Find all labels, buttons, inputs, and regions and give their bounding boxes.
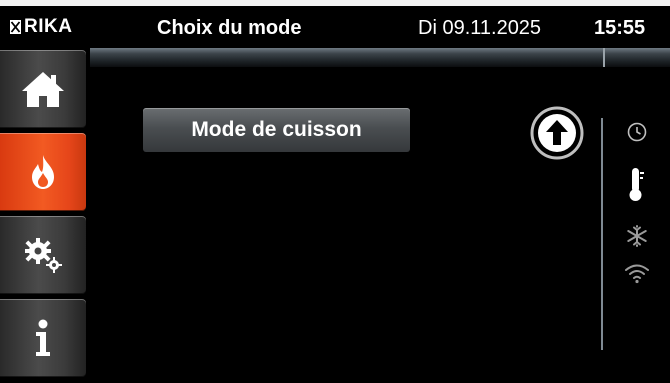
home-icon [22,72,64,107]
sidebar-item-flame[interactable] [0,133,86,211]
sidebar-item-info[interactable] [0,299,86,377]
clock-icon [627,122,647,142]
status-divider [601,118,603,350]
header-time: 15:55 [594,17,646,39]
cooking-mode-button[interactable]: Mode de cuisson [143,108,410,152]
brand-name: RIKA [24,16,73,37]
gears-icon [25,238,62,273]
brand-logo: RIKA [10,15,86,39]
flame-icon [32,155,54,189]
sidebar-item-settings[interactable] [0,216,86,294]
header-bar: RIKA Choix du mode Di 09.11.2025 15:55 [0,6,670,48]
wifi-icon [625,264,649,284]
strip-divider [603,48,605,67]
info-icon [36,319,50,356]
header-strip [90,48,670,67]
page-title: Choix du mode [157,17,302,39]
cooking-mode-label: Mode de cuisson [191,118,362,141]
snowflake-icon [627,225,647,247]
header-date: Di 09.11.2025 [418,17,542,39]
rika-logo-icon [10,20,21,34]
sidebar-item-home[interactable] [0,50,86,128]
arrow-up-circle-icon[interactable] [529,105,585,161]
thermometer-icon [629,168,644,201]
sidebar [0,48,88,383]
